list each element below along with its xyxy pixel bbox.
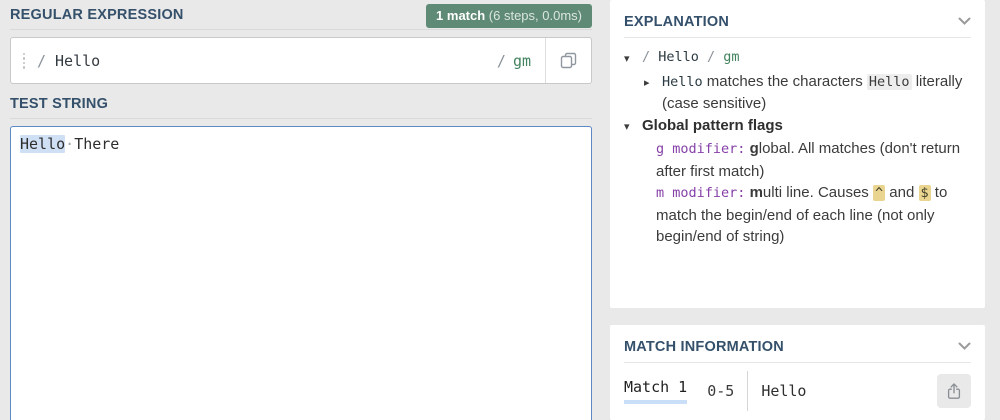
m-modifier-row: m modifier: multi line. Causes ^ and $ t… bbox=[656, 182, 971, 248]
test-string-rest: There bbox=[74, 135, 119, 153]
g-bold-letter: g bbox=[750, 140, 759, 157]
editor-column: REGULAR EXPRESSION 1 match (6 steps, 0.0… bbox=[10, 0, 592, 420]
g-modifier-code: g modifier: bbox=[656, 141, 745, 157]
global-flags-label: Global pattern flags bbox=[642, 115, 971, 139]
steps-time-text: (6 steps, 0.0ms) bbox=[485, 8, 582, 23]
export-matches-button[interactable] bbox=[937, 374, 971, 408]
copy-button[interactable] bbox=[545, 38, 591, 83]
regex-open-delimiter: / bbox=[37, 52, 46, 70]
results-column: EXPLANATION ▾ / Hello / gm ▸ Hello match… bbox=[610, 0, 985, 420]
match-information-panel: MATCH INFORMATION Match 1 0-5 Hello bbox=[610, 325, 985, 420]
matched-text-highlight: Hello bbox=[20, 135, 65, 153]
explanation-panel: EXPLANATION ▾ / Hello / gm ▸ Hello match… bbox=[610, 0, 985, 308]
match-label[interactable]: Match 1 bbox=[624, 378, 687, 404]
regex-flags[interactable]: gm bbox=[513, 52, 531, 70]
hello-code: Hello bbox=[662, 74, 703, 90]
exp-pattern: Hello bbox=[658, 49, 699, 65]
dollar-anchor-chip: $ bbox=[919, 185, 931, 201]
exp-flags: gm bbox=[723, 49, 739, 65]
test-string-section-header: TEST STRING bbox=[10, 95, 592, 119]
hello-chip: Hello bbox=[867, 74, 912, 90]
export-icon bbox=[945, 382, 963, 400]
expand-triangle-icon[interactable]: ▸ bbox=[644, 71, 662, 115]
m-modifier-text-2: and bbox=[885, 184, 918, 201]
match-range: 0-5 bbox=[707, 382, 734, 400]
regex-section-title: REGULAR EXPRESSION bbox=[10, 7, 184, 23]
exp-open-delim: / bbox=[642, 49, 658, 65]
regex-pattern-text[interactable]: Hello bbox=[55, 52, 100, 70]
collapse-triangle-icon[interactable]: ▾ bbox=[624, 115, 642, 139]
match-information-header: MATCH INFORMATION bbox=[624, 325, 971, 363]
regex-section-header: REGULAR EXPRESSION 1 match (6 steps, 0.0… bbox=[10, 0, 592, 30]
match-row[interactable]: Match 1 0-5 Hello bbox=[624, 371, 971, 411]
regex-close-delimiter: / bbox=[497, 52, 506, 70]
chevron-down-icon[interactable] bbox=[958, 342, 971, 351]
caret-anchor-chip: ^ bbox=[873, 185, 885, 201]
g-modifier-row: g modifier: global. All matches (don't r… bbox=[656, 138, 971, 182]
explanation-hello-row: ▸ Hello matches the characters Hello lit… bbox=[644, 71, 971, 115]
collapse-triangle-icon[interactable]: ▾ bbox=[624, 47, 642, 71]
match-count-text: 1 match bbox=[436, 8, 485, 23]
exp-close-delim: / bbox=[699, 49, 723, 65]
m-bold-letter: m bbox=[750, 184, 763, 201]
explanation-pattern-row: ▾ / Hello / gm bbox=[624, 47, 971, 71]
chevron-down-icon[interactable] bbox=[958, 17, 971, 26]
whitespace-dot: · bbox=[65, 135, 74, 153]
explanation-header: EXPLANATION bbox=[624, 0, 971, 38]
drag-handle-icon[interactable] bbox=[11, 53, 37, 69]
regex-input[interactable]: / Hello / gm bbox=[10, 37, 592, 84]
m-modifier-text-1: ulti line. Causes bbox=[763, 184, 873, 201]
hello-text-1: matches the characters bbox=[703, 73, 867, 90]
explanation-content: ▾ / Hello / gm ▸ Hello matches the chara… bbox=[624, 38, 971, 248]
explanation-title: EXPLANATION bbox=[624, 14, 729, 30]
copy-icon bbox=[560, 52, 577, 69]
test-string-editor[interactable]: Hello·There bbox=[10, 126, 592, 420]
match-information-title: MATCH INFORMATION bbox=[624, 339, 784, 355]
divider bbox=[747, 371, 748, 411]
explanation-flags-row: ▾ Global pattern flags bbox=[624, 115, 971, 139]
m-modifier-code: m modifier: bbox=[656, 185, 745, 201]
test-string-section-title: TEST STRING bbox=[10, 96, 108, 112]
match-count-badge: 1 match (6 steps, 0.0ms) bbox=[426, 4, 592, 28]
match-value: Hello bbox=[761, 382, 806, 400]
